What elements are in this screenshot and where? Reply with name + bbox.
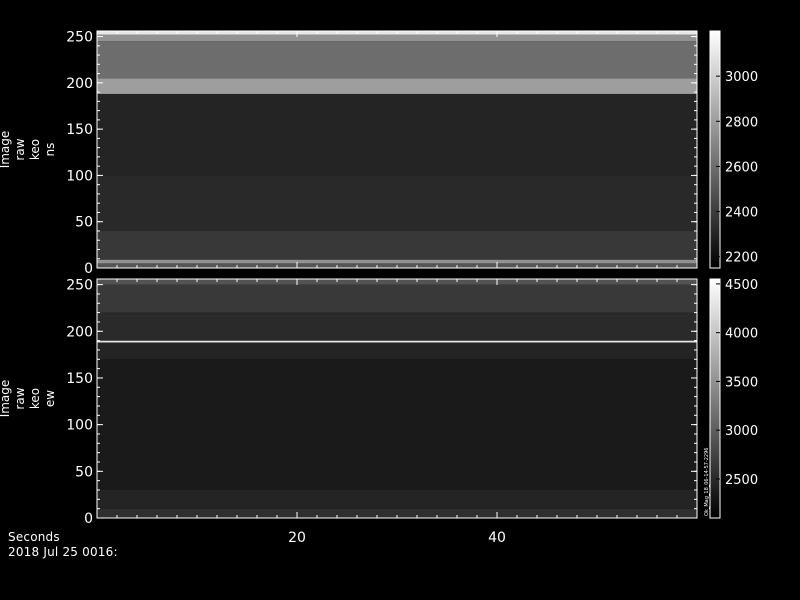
y-tick-label: 100 [66, 168, 93, 184]
y-tick-label: 50 [75, 215, 93, 231]
x-tick-label: 20 [288, 530, 306, 546]
y-tick-label: 0 [84, 261, 93, 277]
band-5 [97, 78, 697, 94]
band-2 [97, 359, 697, 490]
y-axis-label-line: raw [13, 138, 27, 160]
colorbar [710, 279, 720, 518]
colorbar-tick-label: 2200 [725, 251, 758, 266]
y-tick-label: 0 [84, 511, 93, 527]
y-axis-label-line: keo [28, 388, 42, 409]
y-tick-label: 250 [66, 30, 93, 46]
panel-ew: 0 50 100 150 200 250 20 40 Image raw keo ew 2500 3000… [0, 278, 758, 546]
colorbar [710, 31, 720, 268]
y-tick-label: 100 [66, 418, 93, 434]
colorbar-tick-label: 4500 [725, 278, 758, 293]
y-axis-label-line: raw [13, 387, 27, 409]
x-tick-label: 40 [488, 530, 506, 546]
y-tick-label: 50 [75, 464, 93, 480]
y-tick-label: 200 [66, 76, 93, 92]
y-axis-label-line: Image [0, 131, 12, 169]
y-tick-label: 150 [66, 122, 93, 138]
y-tick-label: 250 [66, 278, 93, 294]
band-7 [97, 34, 697, 42]
band-5 [97, 312, 697, 341]
date-stamp: 2018 Jul 25 0016: [8, 545, 118, 559]
band-4 [97, 340, 697, 343]
keogram-figure: 050100150200250Image raw keo ns220024002600… [0, 30, 758, 546]
panel-ns: 0 50 100 150 200 250 Image raw keo ns 2200 2400 2600… [0, 30, 758, 277]
band-2 [97, 230, 697, 260]
y-tick-label: 200 [66, 324, 93, 340]
y-axis-label-line: ew [43, 390, 57, 407]
band-1 [97, 259, 697, 264]
band-6 [97, 41, 697, 79]
band-6 [97, 284, 697, 313]
y-axis-label-line: ns [43, 143, 57, 157]
y-axis-label-line: Image [0, 380, 12, 418]
colorbar-tick-label: 4000 [725, 327, 758, 342]
colorbar-tick-label: 3500 [725, 375, 758, 390]
colorbar-tick-label: 3000 [725, 70, 758, 85]
panels-group: 050100150200250Image raw keo ns220024002600… [0, 30, 758, 546]
colorbar-tick-label: 2800 [725, 115, 758, 130]
band-3 [97, 175, 697, 231]
colorbar-tick-label: 2400 [725, 206, 758, 221]
colorbar-note: Ok_Mag_18_06-14-57-2296 [704, 448, 710, 516]
y-axis-label-line: keo [28, 139, 42, 160]
colorbar-tick-label: 2600 [725, 160, 758, 175]
band-4 [97, 93, 697, 176]
x-axis-unit-label: Seconds [8, 530, 60, 544]
colorbar-tick-label: 3000 [725, 424, 758, 439]
band-1 [97, 489, 697, 509]
band-3 [97, 342, 697, 360]
colorbar-tick-label: 2500 [725, 473, 758, 488]
y-tick-label: 150 [66, 371, 93, 387]
